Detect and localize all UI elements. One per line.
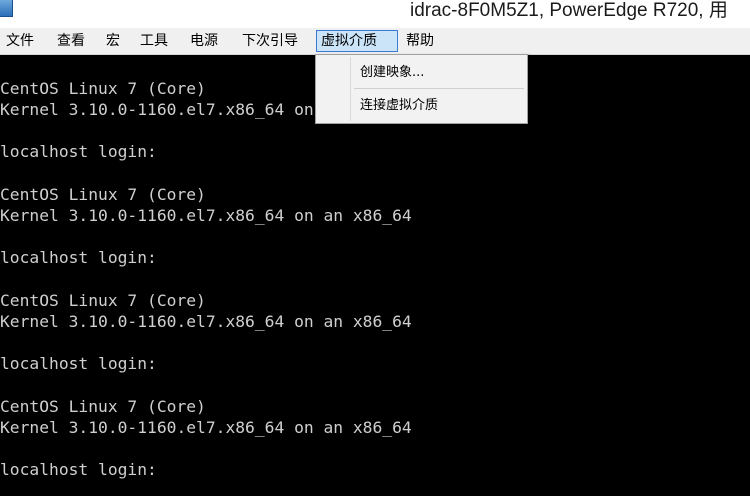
app-icon: [0, 0, 13, 17]
menu-macro[interactable]: 宏: [102, 30, 124, 52]
terminal-line: CentOS Linux 7 (Core): [0, 291, 206, 310]
dropdown-separator: [354, 88, 524, 89]
menu-bar: 文件 查看 宏 工具 电源 下次引导 虚拟介质 帮助: [0, 28, 750, 55]
menu-item-create-image[interactable]: 创建映象...: [360, 62, 424, 84]
terminal-line: localhost login:: [0, 142, 157, 161]
virtual-console-window: idrac-8F0M5Z1, PowerEdge R720, 用 文件 查看 宏…: [0, 0, 750, 496]
menu-tools[interactable]: 工具: [136, 30, 172, 52]
terminal-line: localhost login:: [0, 460, 157, 479]
terminal-line: CentOS Linux 7 (Core): [0, 397, 206, 416]
menu-power[interactable]: 电源: [186, 30, 222, 52]
menu-next-boot[interactable]: 下次引导: [238, 30, 302, 52]
menu-view[interactable]: 查看: [53, 30, 89, 52]
menu-virtual-media[interactable]: 虚拟介质: [316, 30, 398, 52]
menu-file[interactable]: 文件: [2, 30, 38, 52]
virtual-media-dropdown: 创建映象... 连接虚拟介质: [315, 54, 528, 124]
menu-help[interactable]: 帮助: [402, 30, 438, 52]
menu-item-connect-virtual-media[interactable]: 连接虚拟介质: [360, 95, 438, 117]
terminal-line: Kernel 3.10.0-1160.el7.x86_64 on an x86_…: [0, 418, 412, 437]
terminal-line: Kernel 3.10.0-1160.el7.x86_64 on an x86_…: [0, 312, 412, 331]
title-bar[interactable]: idrac-8F0M5Z1, PowerEdge R720, 用: [0, 0, 750, 28]
terminal-line: CentOS Linux 7 (Core): [0, 185, 206, 204]
dropdown-icon-gutter: [350, 57, 351, 121]
terminal-line: localhost login:: [0, 354, 157, 373]
terminal-line: CentOS Linux 7 (Core): [0, 79, 206, 98]
terminal-line: localhost login:: [0, 248, 157, 267]
window-title: idrac-8F0M5Z1, PowerEdge R720, 用: [410, 0, 728, 21]
terminal-line: Kernel 3.10.0-1160.el7.x86_64 on an x86_…: [0, 206, 412, 225]
